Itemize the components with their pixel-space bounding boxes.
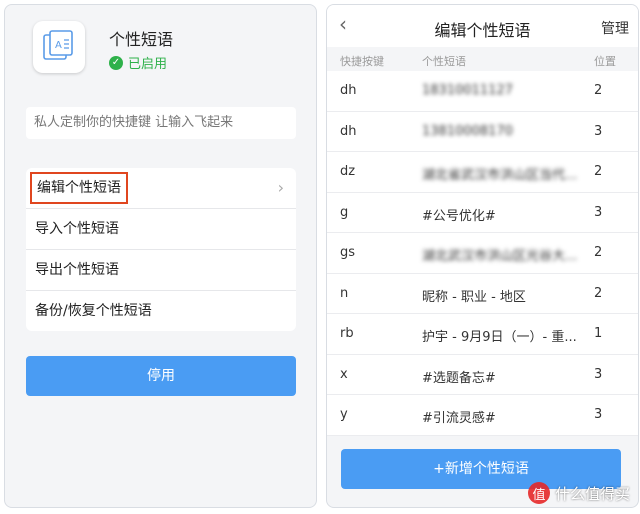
row-key: y	[340, 407, 348, 422]
column-header-position: 位置	[594, 55, 616, 68]
table-row[interactable]: gs 湖北武汉市洪山区光谷大... 2	[327, 233, 638, 274]
add-phrase-button[interactable]: +新增个性短语	[341, 449, 621, 489]
menu-item-edit-phrases[interactable]: 编辑个性短语 ›	[26, 168, 296, 209]
table-header: 快捷按键 个性短语 位置	[327, 47, 638, 71]
row-phrase: 13810008170	[422, 123, 513, 139]
row-key: dh	[340, 123, 357, 139]
table-row[interactable]: dh 18310011127 2	[327, 71, 638, 112]
row-key: dh	[340, 83, 357, 98]
table-row[interactable]: g #公号优化# 3	[327, 192, 638, 233]
table-row[interactable]: dh 13810008170 3	[327, 111, 638, 152]
menu-item-import-phrases[interactable]: 导入个性短语	[26, 209, 296, 250]
row-phrase: 湖北省武汉市洪山区当代...	[422, 168, 578, 183]
status-label: 已启用	[128, 57, 168, 72]
phrase-settings-screen: A 个性短语 ✓ 已启用 私人定制你的快捷键 让输入飞起来 编辑个性短语 › 导…	[4, 4, 317, 508]
page-title: 编辑个性短语	[434, 21, 531, 40]
menu-item-label: 导出个性短语	[35, 262, 119, 278]
app-title: 个性短语	[109, 30, 174, 49]
row-position: 1	[594, 326, 603, 341]
menu-item-label: 备份/恢复个性短语	[35, 303, 152, 319]
row-position: 2	[594, 285, 603, 301]
app-header: A 个性短语 ✓ 已启用	[5, 5, 316, 97]
table-row[interactable]: rb 护宇 - 9月9日（一）- 重... 1	[327, 314, 638, 355]
phrase-table: dh 18310011127 2 dh 13810008170 3 dz 湖北省…	[327, 71, 638, 436]
row-key: rb	[340, 326, 354, 341]
row-position: 3	[594, 123, 603, 139]
row-phrase: 湖北武汉市洪山区光谷大...	[422, 249, 578, 264]
menu-item-label: 导入个性短语	[35, 221, 119, 237]
edit-phrases-screen: ‹ 编辑个性短语 管理 快捷按键 个性短语 位置 dh 18310011127 …	[326, 4, 639, 508]
row-key: gs	[340, 245, 356, 260]
column-header-phrase: 个性短语	[422, 55, 466, 68]
keyboard-phrase-icon: A	[33, 21, 85, 73]
table-row[interactable]: y #引流灵感# 3	[327, 395, 638, 436]
row-position: 3	[594, 204, 603, 220]
check-circle-icon: ✓	[109, 55, 123, 70]
phrase-menu: 编辑个性短语 › 导入个性短语 导出个性短语 备份/恢复个性短语	[26, 168, 296, 331]
row-position: 2	[594, 83, 603, 98]
row-phrase: #引流灵感#	[422, 411, 496, 426]
app-status: ✓ 已启用	[109, 53, 167, 72]
table-row[interactable]: n 昵称 - 职业 - 地区 2	[327, 273, 638, 314]
row-key: g	[340, 204, 349, 220]
svg-text:A: A	[55, 40, 62, 51]
row-key: x	[340, 366, 348, 382]
table-row[interactable]: x #选题备忘# 3	[327, 354, 638, 395]
menu-item-export-phrases[interactable]: 导出个性短语	[26, 250, 296, 291]
chevron-right-icon: ›	[277, 178, 284, 197]
row-phrase: #公号优化#	[422, 208, 496, 224]
row-phrase: 18310011127	[422, 83, 513, 98]
row-key: dz	[340, 164, 356, 179]
column-header-key: 快捷按键	[340, 55, 384, 68]
menu-item-label: 编辑个性短语	[30, 172, 128, 204]
row-position: 2	[594, 245, 603, 260]
nav-bar: ‹ 编辑个性短语 管理	[327, 5, 638, 47]
row-position: 2	[594, 164, 603, 179]
disable-button[interactable]: 停用	[26, 356, 296, 396]
row-position: 3	[594, 407, 603, 422]
manage-button[interactable]: 管理	[601, 18, 629, 38]
row-phrase: #选题备忘#	[422, 370, 496, 386]
table-row[interactable]: dz 湖北省武汉市洪山区当代... 2	[327, 152, 638, 193]
row-key: n	[340, 285, 349, 301]
description-box: 私人定制你的快捷键 让输入飞起来	[26, 107, 296, 139]
row-position: 3	[594, 366, 603, 382]
row-phrase: 护宇 - 9月9日（一）- 重...	[422, 330, 577, 345]
row-phrase: 昵称 - 职业 - 地区	[422, 289, 526, 305]
menu-item-backup-restore[interactable]: 备份/恢复个性短语	[26, 291, 296, 331]
